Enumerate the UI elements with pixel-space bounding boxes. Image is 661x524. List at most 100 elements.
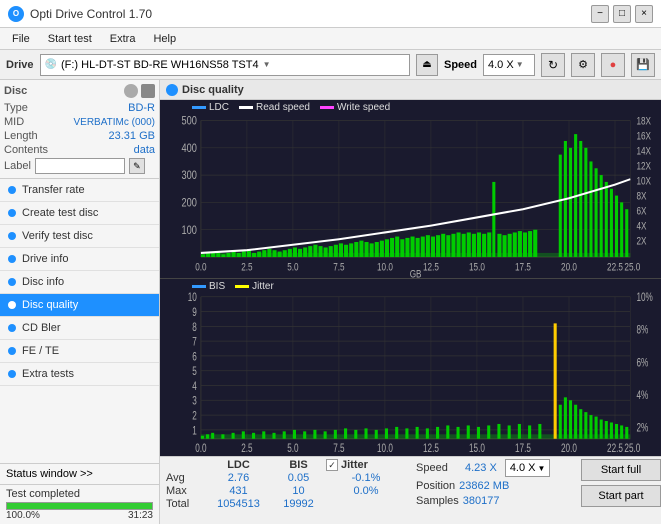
drive-value: (F:) HL-DT-ST BD-RE WH16NS58 TST4 (61, 59, 259, 71)
bis-chart: BIS Jitter (160, 279, 661, 457)
refresh-button[interactable]: ↻ (541, 53, 565, 77)
svg-text:15.0: 15.0 (469, 442, 485, 455)
stats-avg-jitter: -0.1% (326, 472, 406, 484)
drive-select[interactable]: 💿 (F:) HL-DT-ST BD-RE WH16NS58 TST4 ▼ (40, 54, 410, 76)
svg-text:5.0: 5.0 (287, 262, 298, 274)
svg-text:8X: 8X (636, 191, 646, 203)
disc-type-label: Type (4, 102, 28, 114)
svg-text:0.0: 0.0 (195, 262, 206, 274)
svg-text:10: 10 (188, 291, 197, 304)
svg-text:12.5: 12.5 (423, 442, 439, 455)
status-window-label: Status window >> (6, 468, 93, 480)
disc-label-label: Label (4, 160, 31, 172)
stats-total-ldc: 1054513 (206, 498, 271, 510)
nav-dot (8, 324, 16, 332)
sidebar-item-disc-info[interactable]: Disc info (0, 271, 159, 294)
samples-value: 380177 (463, 495, 500, 507)
disc-section-title: Disc (4, 85, 27, 97)
nav-dot (8, 301, 16, 309)
sidebar-item-label: Create test disc (22, 207, 98, 219)
svg-text:2%: 2% (636, 422, 648, 435)
status-window-button[interactable]: Status window >> (0, 463, 159, 484)
svg-text:500: 500 (181, 114, 196, 128)
menu-help[interactable]: Help (145, 31, 184, 47)
speed-stat-label: Speed (416, 462, 448, 474)
stats-max-label: Max (166, 485, 206, 497)
sidebar-item-extra-tests[interactable]: Extra tests (0, 363, 159, 386)
svg-text:14X: 14X (636, 146, 651, 158)
sidebar-item-label: Transfer rate (22, 184, 85, 196)
progress-panel: Test completed 100.0% 31:23 (0, 484, 159, 524)
charts-area: LDC Read speed Write speed (160, 100, 661, 456)
bis-chart-svg: 10 9 8 7 6 5 4 3 2 1 10% 8% 6% 4% 2% (160, 279, 661, 457)
nav-dot (8, 255, 16, 263)
jitter-legend-label: Jitter (252, 281, 274, 292)
svg-text:20.0: 20.0 (561, 262, 577, 274)
ldc-legend-color (192, 106, 206, 109)
start-part-button[interactable]: Start part (581, 485, 661, 507)
svg-text:1: 1 (192, 425, 197, 438)
eject-button[interactable]: ⏏ (416, 54, 438, 76)
sidebar-item-drive-info[interactable]: Drive info (0, 248, 159, 271)
ldc-legend-label: LDC (209, 102, 229, 113)
svg-text:6: 6 (192, 351, 197, 364)
svg-text:300: 300 (181, 169, 196, 183)
menu-file[interactable]: File (4, 31, 38, 47)
disc-label-input[interactable] (35, 158, 125, 174)
label-edit-button[interactable]: ✎ (129, 158, 145, 174)
menu-extra[interactable]: Extra (102, 31, 144, 47)
svg-text:10.0: 10.0 (377, 262, 393, 274)
write-speed-legend-color (320, 106, 334, 109)
app-logo: O (8, 6, 24, 22)
progress-percent: 100.0% (6, 510, 40, 521)
sidebar-item-verify-test-disc[interactable]: Verify test disc (0, 225, 159, 248)
stats-header-row: LDC BIS ✓ Jitter (166, 459, 406, 471)
sidebar: Disc Type BD-R MID VERBATIMc (000) Lengt… (0, 80, 160, 524)
save-icon: 💾 (636, 58, 650, 71)
maximize-button[interactable]: □ (613, 5, 631, 23)
sidebar-item-create-test-disc[interactable]: Create test disc (0, 202, 159, 225)
svg-text:7.5: 7.5 (333, 262, 344, 274)
stats-col-bis-header: BIS (271, 459, 326, 471)
color-button[interactable]: ● (601, 53, 625, 77)
svg-text:12.5: 12.5 (423, 262, 439, 274)
samples-label: Samples (416, 495, 459, 507)
eject-icon: ⏏ (422, 59, 431, 70)
position-row: Position 23862 MB (416, 480, 571, 492)
svg-text:17.5: 17.5 (515, 442, 531, 455)
close-button[interactable]: × (635, 5, 653, 23)
stats-total-label: Total (166, 498, 206, 510)
jitter-checkbox-label: Jitter (341, 459, 368, 471)
jitter-legend-color (235, 285, 249, 288)
sidebar-item-transfer-rate[interactable]: Transfer rate (0, 179, 159, 202)
speed-stat-value: 4.23 X (452, 462, 497, 474)
stats-avg-ldc: 2.76 (206, 472, 271, 484)
disc-extra-icon (141, 84, 155, 98)
stats-max-jitter: 0.0% (326, 485, 406, 497)
minimize-button[interactable]: − (591, 5, 609, 23)
start-full-button[interactable]: Start full (581, 459, 661, 481)
sidebar-item-cd-bler[interactable]: CD Bler (0, 317, 159, 340)
refresh-icon: ↻ (548, 58, 558, 72)
svg-text:22.5: 22.5 (607, 442, 623, 455)
stats-total-row: Total 1054513 19992 (166, 498, 406, 510)
svg-text:2.5: 2.5 (241, 442, 253, 455)
svg-text:9: 9 (192, 306, 197, 319)
progress-time: 31:23 (128, 510, 153, 521)
svg-text:GB: GB (410, 268, 422, 277)
speed-stat-select[interactable]: 4.0 X ▼ (505, 459, 551, 477)
save-button[interactable]: 💾 (631, 53, 655, 77)
menu-start-test[interactable]: Start test (40, 31, 100, 47)
settings-button[interactable]: ⚙ (571, 53, 595, 77)
sidebar-item-fe-te[interactable]: FE / TE (0, 340, 159, 363)
svg-text:4%: 4% (636, 389, 648, 402)
svg-text:22.5: 22.5 (607, 262, 623, 274)
speed-select[interactable]: 4.0 X ▼ (483, 54, 535, 76)
jitter-checkbox[interactable]: ✓ (326, 459, 338, 471)
write-speed-legend-label: Write speed (337, 102, 390, 113)
svg-text:10%: 10% (636, 291, 652, 304)
svg-text:2: 2 (192, 410, 197, 423)
svg-text:4X: 4X (636, 221, 646, 233)
sidebar-item-disc-quality[interactable]: Disc quality (0, 294, 159, 317)
label-edit-icon: ✎ (133, 161, 141, 172)
